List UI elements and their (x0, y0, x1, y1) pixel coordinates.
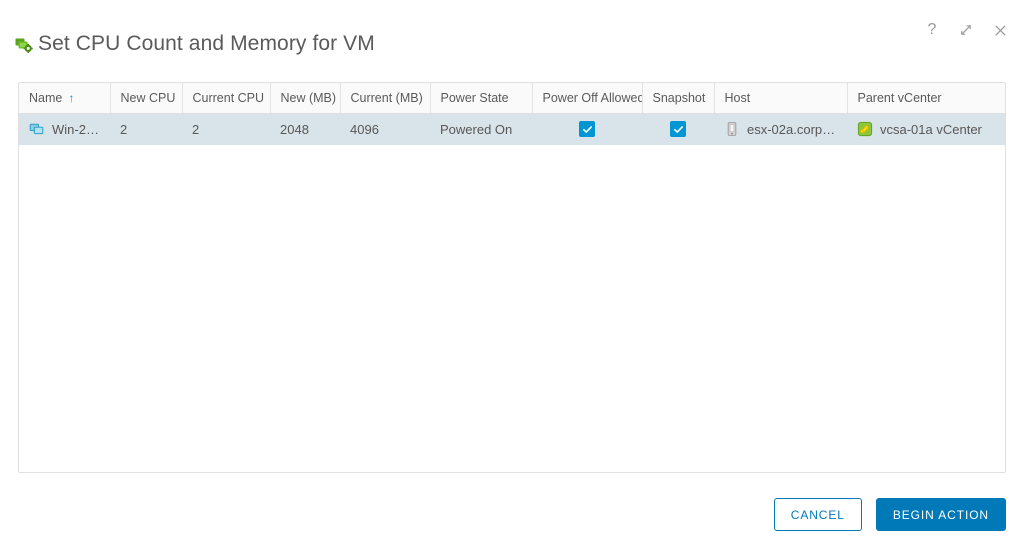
cell-new-mb: 2048 (270, 113, 340, 145)
vm-table-header: Name ↑ New CPU Current CPU New (MB) (19, 83, 1006, 113)
column-header-host-label: Host (725, 91, 751, 105)
dialog-body: Name ↑ New CPU Current CPU New (MB) (0, 82, 1024, 478)
column-header-name-label: Name (29, 91, 62, 105)
column-header-host[interactable]: Host (714, 83, 847, 113)
sort-ascending-icon[interactable]: ↑ (68, 92, 74, 104)
cell-new-cpu: 2 (110, 113, 182, 145)
power-off-allowed-checkbox[interactable] (579, 121, 595, 137)
column-header-current-cpu[interactable]: Current CPU (182, 83, 270, 113)
cell-host: esx-02a.corp.l... (714, 113, 847, 145)
vcenter-icon (857, 121, 873, 137)
dialog-footer: CANCEL BEGIN ACTION (0, 478, 1024, 549)
vm-table-body: Win-20... 2 2 2048 4096 Powered On (19, 113, 1006, 145)
expand-icon[interactable] (956, 20, 976, 40)
cell-parent-vcenter-text: vcsa-01a vCenter (880, 122, 982, 137)
column-header-new-cpu[interactable]: New CPU (110, 83, 182, 113)
column-header-new-cpu-label: New CPU (121, 91, 176, 105)
help-glyph: ? (928, 22, 937, 38)
snapshot-checkbox[interactable] (670, 121, 686, 137)
dialog-header: Set CPU Count and Memory for VM ? (0, 0, 1024, 82)
vm-table: Name ↑ New CPU Current CPU New (MB) (19, 83, 1006, 145)
column-header-power-off-allowed[interactable]: Power Off Allowed (532, 83, 642, 113)
column-header-name[interactable]: Name ↑ (19, 83, 110, 113)
column-header-current-mb[interactable]: Current (MB) (340, 83, 430, 113)
cell-current-mb: 4096 (340, 113, 430, 145)
cell-power-state: Powered On (430, 113, 532, 145)
column-header-power-state-label: Power State (441, 91, 509, 105)
cell-name: Win-20... (19, 113, 110, 145)
cell-current-cpu: 2 (182, 113, 270, 145)
column-header-power-state[interactable]: Power State (430, 83, 532, 113)
column-header-new-mb[interactable]: New (MB) (270, 83, 340, 113)
dialog-title: Set CPU Count and Memory for VM (38, 32, 375, 56)
column-header-new-mb-label: New (MB) (281, 91, 337, 105)
column-header-power-off-allowed-label: Power Off Allowed (543, 91, 643, 105)
cell-power-off-allowed (532, 113, 642, 145)
cell-host-text: esx-02a.corp.l... (747, 122, 837, 137)
column-header-snapshot-label: Snapshot (653, 91, 706, 105)
set-cpu-memory-dialog: Set CPU Count and Memory for VM ? (0, 0, 1024, 549)
datagrid-empty-area (19, 145, 1005, 472)
close-icon[interactable] (990, 20, 1010, 40)
host-server-icon (724, 121, 740, 137)
header-row: Name ↑ New CPU Current CPU New (MB) (19, 83, 1006, 113)
column-header-current-mb-label: Current (MB) (351, 91, 423, 105)
dialog-header-actions: ? (922, 20, 1010, 40)
vm-datagrid: Name ↑ New CPU Current CPU New (MB) (18, 82, 1006, 473)
cell-parent-vcenter: vcsa-01a vCenter (847, 113, 1006, 145)
column-header-current-cpu-label: Current CPU (193, 91, 265, 105)
column-header-snapshot[interactable]: Snapshot (642, 83, 714, 113)
column-header-parent-vcenter[interactable]: Parent vCenter (847, 83, 1006, 113)
virtual-machine-icon (29, 121, 45, 137)
cell-name-text: Win-20... (52, 122, 100, 137)
cell-snapshot (642, 113, 714, 145)
begin-action-button[interactable]: BEGIN ACTION (876, 498, 1006, 531)
help-icon[interactable]: ? (922, 20, 942, 40)
dialog-title-wrap: Set CPU Count and Memory for VM (14, 18, 375, 70)
column-header-parent-vcenter-label: Parent vCenter (858, 91, 942, 105)
table-row[interactable]: Win-20... 2 2 2048 4096 Powered On (19, 113, 1006, 145)
cancel-button[interactable]: CANCEL (774, 498, 862, 531)
vm-settings-icon (14, 35, 34, 55)
